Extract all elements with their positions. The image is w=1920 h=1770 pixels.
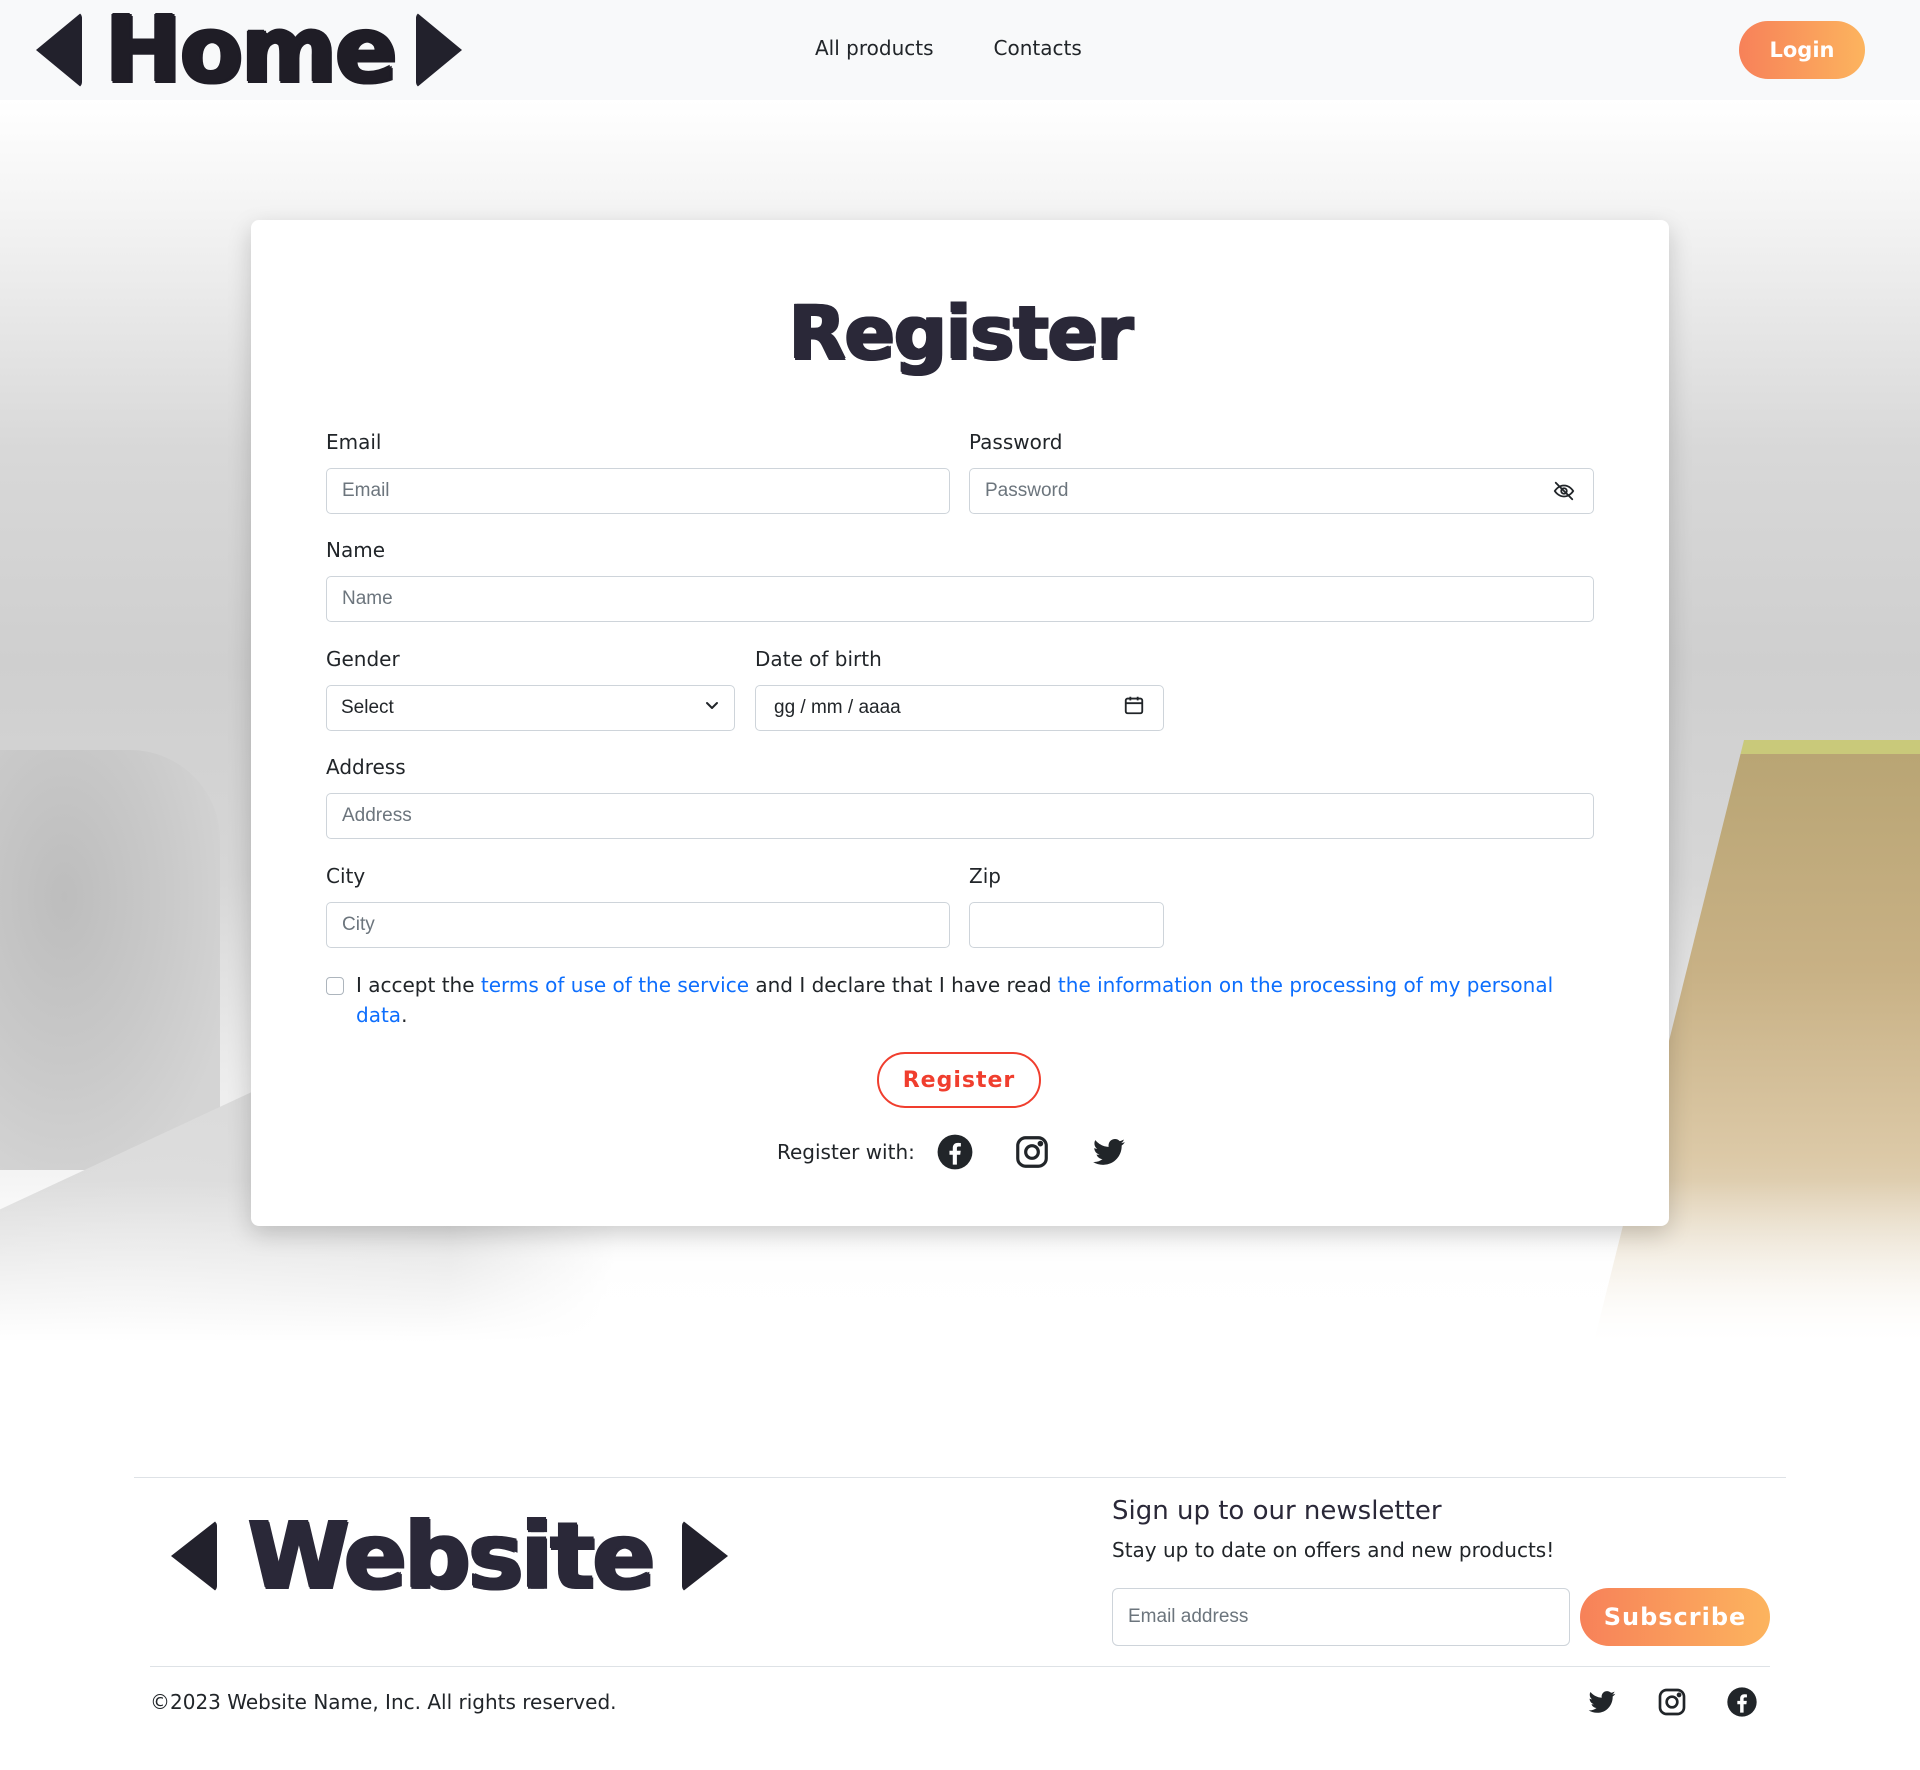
dob-field[interactable]: gg / mm / aaaa <box>755 685 1164 731</box>
register-button[interactable]: Register <box>877 1052 1041 1108</box>
facebook-icon[interactable] <box>935 1132 975 1172</box>
register-with-label: Register with: <box>777 1140 915 1164</box>
instagram-icon[interactable] <box>1012 1132 1052 1172</box>
terms-text-part1: I accept the <box>356 973 481 997</box>
nav-link-all-products[interactable]: All products <box>815 36 934 60</box>
subscribe-button[interactable]: Subscribe <box>1580 1588 1770 1646</box>
newsletter-email-input[interactable] <box>1112 1588 1570 1646</box>
email-field[interactable] <box>326 468 950 514</box>
gender-selected-value: Select <box>341 697 394 718</box>
terms-text-part2: and I declare that I have read <box>749 973 1058 997</box>
calendar-icon[interactable] <box>1123 694 1145 722</box>
caret-left-icon <box>171 1520 217 1592</box>
email-label: Email <box>326 430 382 454</box>
register-with-row: Register with: <box>777 1130 1166 1174</box>
footer-divider-bottom <box>150 1666 1770 1667</box>
footer-brand-logo[interactable]: Website <box>171 1502 729 1609</box>
nav-links: All products Contacts <box>815 36 1082 60</box>
address-label: Address <box>326 755 406 779</box>
footer-brand-text: Website <box>247 1502 654 1609</box>
chevron-down-icon <box>704 697 720 719</box>
caret-left-icon <box>36 12 82 88</box>
brand-logo-home[interactable]: Home <box>36 4 463 96</box>
password-field[interactable] <box>969 468 1594 514</box>
navbar: Home All products Contacts Login <box>0 0 1920 100</box>
zip-label: Zip <box>969 864 1001 888</box>
name-label: Name <box>326 538 386 562</box>
terms-of-use-link[interactable]: terms of use of the service <box>481 973 749 997</box>
zip-field[interactable] <box>969 902 1164 948</box>
nav-link-contacts[interactable]: Contacts <box>994 36 1082 60</box>
login-button[interactable]: Login <box>1739 21 1865 79</box>
city-label: City <box>326 864 366 888</box>
address-field[interactable] <box>326 793 1594 839</box>
footer-social-links <box>1586 1686 1758 1718</box>
register-title: Register <box>788 290 1133 376</box>
background-pillow-shape <box>0 750 220 1170</box>
register-card: Register Email Password Name Gender Sele… <box>251 220 1669 1226</box>
brand-text: Home <box>104 0 396 103</box>
footer-divider-top <box>134 1477 1786 1478</box>
password-label: Password <box>969 430 1063 454</box>
newsletter-title: Sign up to our newsletter <box>1112 1496 1442 1526</box>
gender-select[interactable]: Select <box>326 685 735 731</box>
dob-label: Date of birth <box>755 647 882 671</box>
name-field[interactable] <box>326 576 1594 622</box>
twitter-icon[interactable] <box>1089 1132 1129 1172</box>
caret-right-icon <box>682 1520 729 1592</box>
instagram-icon[interactable] <box>1656 1686 1688 1718</box>
terms-text-part3: . <box>401 1003 408 1027</box>
eye-slash-icon[interactable] <box>1552 479 1576 503</box>
dob-placeholder: gg / mm / aaaa <box>774 697 901 718</box>
copyright-text: ©2023 Website Name, Inc. All rights rese… <box>150 1690 617 1714</box>
terms-row: I accept the terms of use of the service… <box>326 970 1586 1030</box>
newsletter-subtitle: Stay up to date on offers and new produc… <box>1112 1538 1555 1562</box>
facebook-icon[interactable] <box>1726 1686 1758 1718</box>
gender-label: Gender <box>326 647 400 671</box>
twitter-icon[interactable] <box>1586 1686 1618 1718</box>
terms-checkbox[interactable] <box>326 977 344 995</box>
caret-right-icon <box>416 12 463 88</box>
terms-text: I accept the terms of use of the service… <box>356 970 1586 1030</box>
city-field[interactable] <box>326 902 950 948</box>
